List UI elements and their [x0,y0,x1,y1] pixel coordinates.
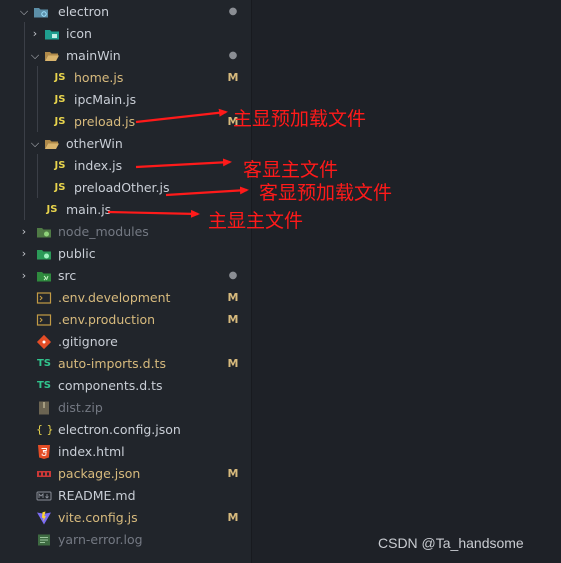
watermark: CSDN @Ta_handsome [378,535,524,551]
arrow-preloadother [165,186,249,197]
annotation-preloadother: 客显预加载文件 [259,182,393,204]
annotation-main: 主显主文件 [208,210,304,232]
arrow-main [107,209,200,218]
arrow-index [135,158,232,169]
arrow-preload [135,108,228,124]
annotation-preload: 主显预加载文件 [233,108,367,130]
annotation-arrows [107,108,249,218]
